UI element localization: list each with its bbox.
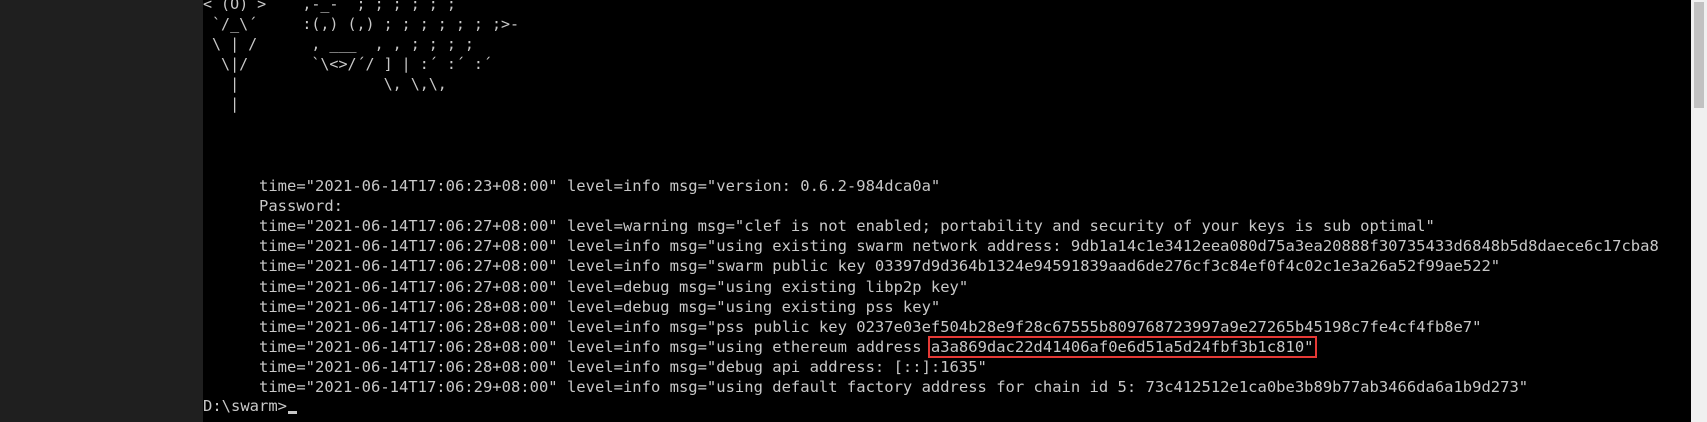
ethereum-address-highlight[interactable]: a3a869dac22d41406af0e6d51a5d24fbf3b1c810… <box>927 335 1317 358</box>
terminal-window[interactable]: < (O) > ,-_-´ ; ; ; ; ; ; `/_\´ :(,) (,)… <box>203 0 1691 422</box>
scrollbar-thumb[interactable] <box>1694 2 1704 108</box>
prompt-text: D:\swarm> <box>203 397 287 416</box>
command-prompt[interactable]: D:\swarm> <box>203 396 1691 416</box>
log-line: time="2021-06-14T17:06:23+08:00" level=i… <box>259 177 941 196</box>
desktop-background <box>0 0 203 422</box>
text-cursor <box>288 410 297 414</box>
ascii-art-logo: < (O) > ,-_-´ ; ; ; ; ; ; `/_\´ :(,) (,)… <box>203 0 520 113</box>
log-output: time="2021-06-14T17:06:23+08:00" level=i… <box>203 156 1691 416</box>
log-line: time="2021-06-14T17:06:27+08:00" level=w… <box>259 217 1435 236</box>
vertical-scrollbar[interactable] <box>1691 0 1707 422</box>
